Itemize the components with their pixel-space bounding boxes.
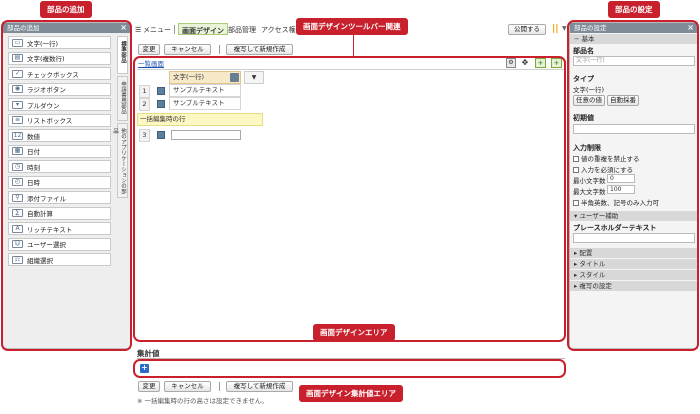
aggregate-note: ※ 一括編集時の行の高さは設定できません。 — [137, 397, 268, 405]
callout-aggregate-area: 画面デザイン集計値エリア — [299, 385, 403, 402]
nav-divider — [174, 25, 175, 34]
design-area-frame — [133, 56, 566, 342]
copy-new-button-bottom[interactable]: 複写して新規作成 — [226, 381, 293, 392]
nav-menu[interactable]: メニュー — [143, 25, 171, 35]
nav-design-tab[interactable]: 画面デザイン — [178, 23, 228, 35]
nav-parts-management[interactable]: 部品管理 — [228, 25, 256, 35]
chevron-down-icon[interactable]: ▼ — [562, 25, 567, 32]
callout-toolbar: 画面デザインツールバー関連 — [296, 18, 408, 35]
settings-frame — [567, 20, 699, 351]
callout-add-parts: 部品の追加 — [40, 1, 92, 18]
nav-access[interactable]: アクセス権 — [261, 25, 296, 35]
toolbar-separator — [219, 45, 220, 54]
pause-icon[interactable]: || — [552, 24, 559, 34]
copy-new-button[interactable]: 複写して新規作成 — [226, 44, 293, 55]
menu-icon[interactable]: ☰ — [135, 26, 141, 34]
callout-settings: 部品の設定 — [608, 1, 660, 18]
publish-button[interactable]: 公開する — [508, 24, 546, 35]
change-button-bottom[interactable]: 変更 — [138, 381, 160, 392]
callout-design-area: 画面デザインエリア — [313, 324, 395, 341]
toolbar-separator — [219, 382, 220, 391]
change-button[interactable]: 変更 — [138, 44, 160, 55]
aggregate-area-frame — [133, 359, 566, 378]
cancel-button[interactable]: キャンセル — [164, 44, 211, 55]
add-parts-frame — [1, 20, 132, 351]
cancel-button-bottom[interactable]: キャンセル — [164, 381, 211, 392]
